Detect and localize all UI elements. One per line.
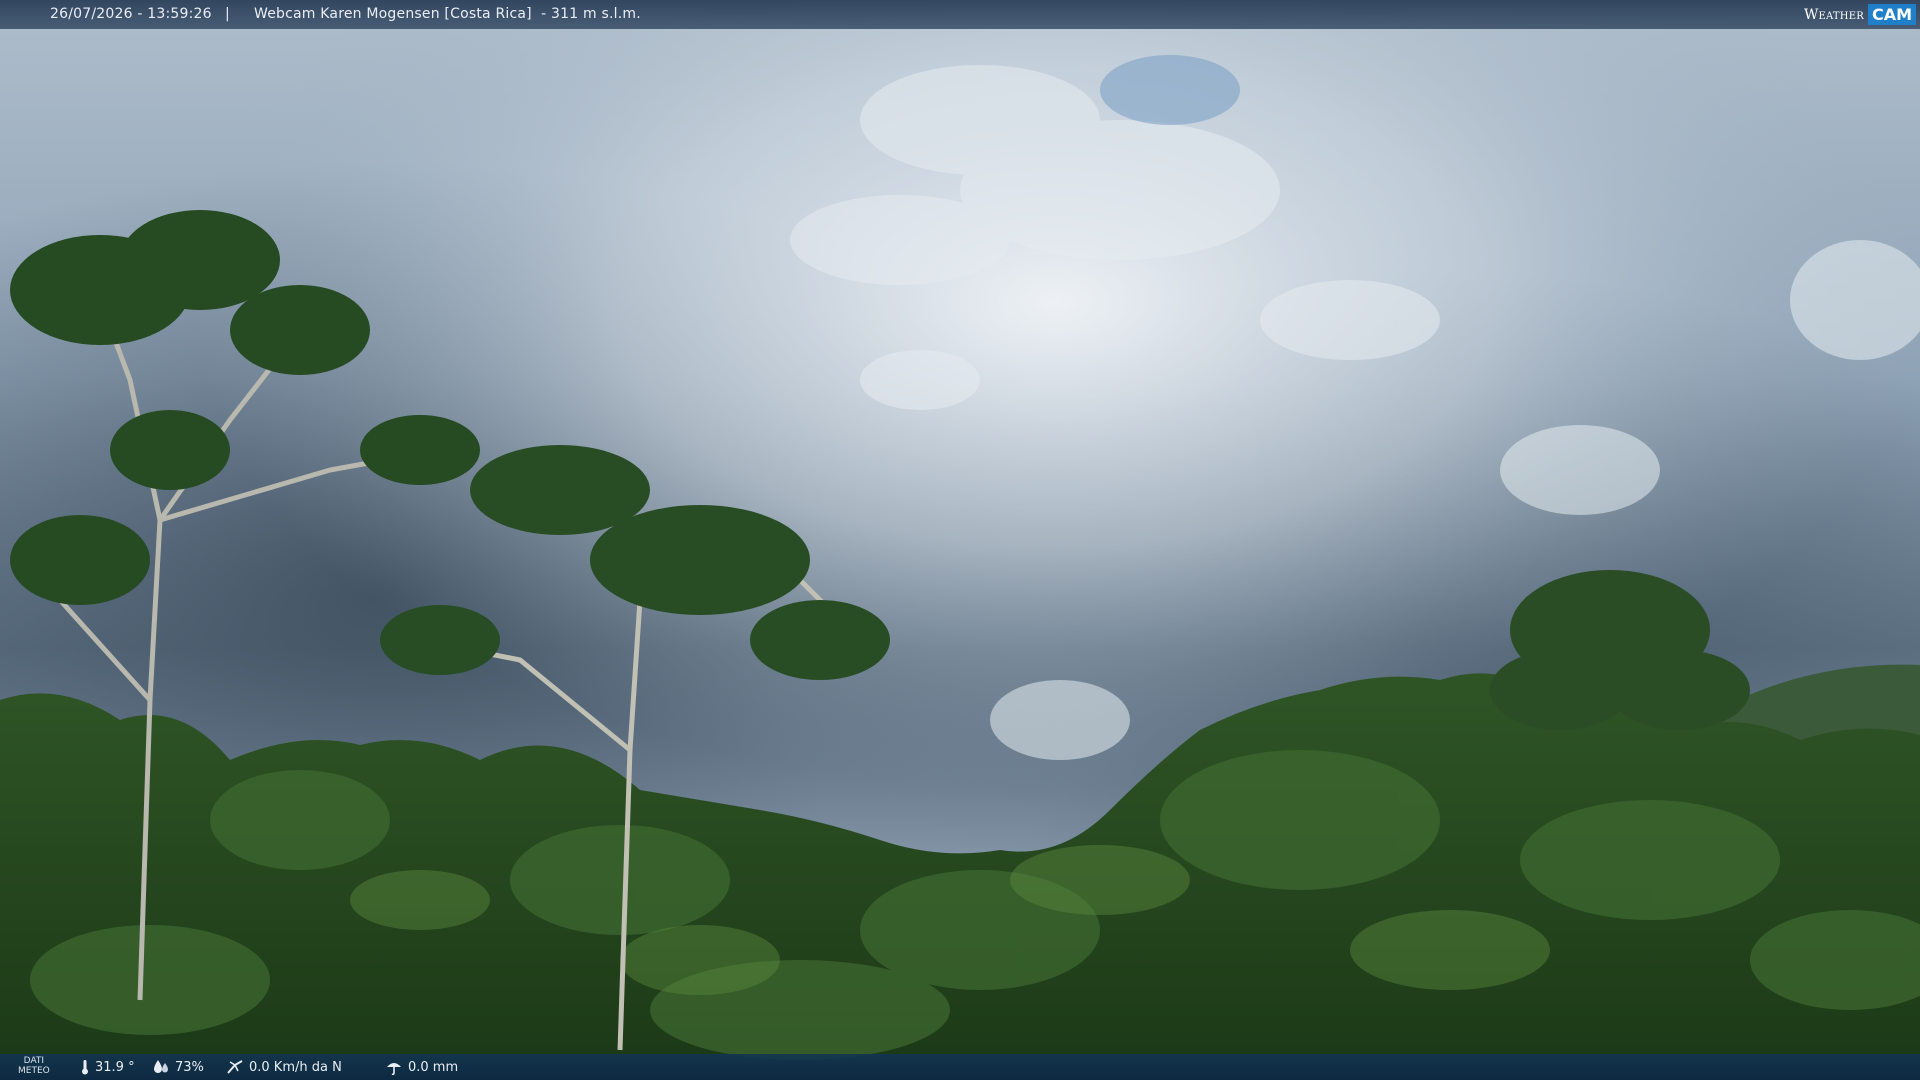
wind-reading: 0.0 Km/h da N xyxy=(226,1059,342,1075)
wind-vane-icon xyxy=(227,1060,243,1074)
humidity-drop-icon xyxy=(154,1060,168,1073)
webcam-frame: 26/07/2026 - 13:59:26 | Webcam Karen Mog… xyxy=(0,0,1920,1080)
weather-data-label: DATI METEO xyxy=(18,1056,50,1076)
thermometer-icon xyxy=(82,1060,88,1075)
webcam-title: Webcam Karen Mogensen [Costa Rica] - 311… xyxy=(254,6,641,22)
rain-reading: 0.0 mm xyxy=(385,1059,458,1075)
humidity-value: 73% xyxy=(175,1059,204,1075)
rain-value: 0.0 mm xyxy=(408,1059,459,1075)
wind-value: 0.0 Km/h da N xyxy=(249,1059,342,1075)
weathercam-logo: Weather CAM xyxy=(1804,0,1920,29)
top-info-bar: 26/07/2026 - 13:59:26 | Webcam Karen Mog… xyxy=(0,0,1920,29)
weather-data-bar: DATI METEO 31.9 ° 73% 0.0 Km/h da N 0.0 … xyxy=(0,1054,1920,1080)
separator: | xyxy=(225,6,230,22)
temperature-reading: 31.9 ° xyxy=(80,1059,135,1075)
blue-sky-patch xyxy=(1100,55,1240,125)
logo-badge: CAM xyxy=(1867,4,1916,25)
rain-gauge-icon xyxy=(387,1063,401,1075)
humidity-reading: 73% xyxy=(152,1059,204,1075)
webcam-image xyxy=(0,0,1920,1080)
logo-word: Weather xyxy=(1803,6,1864,23)
timestamp: 26/07/2026 - 13:59:26 xyxy=(50,6,212,22)
temperature-value: 31.9 ° xyxy=(95,1059,135,1075)
